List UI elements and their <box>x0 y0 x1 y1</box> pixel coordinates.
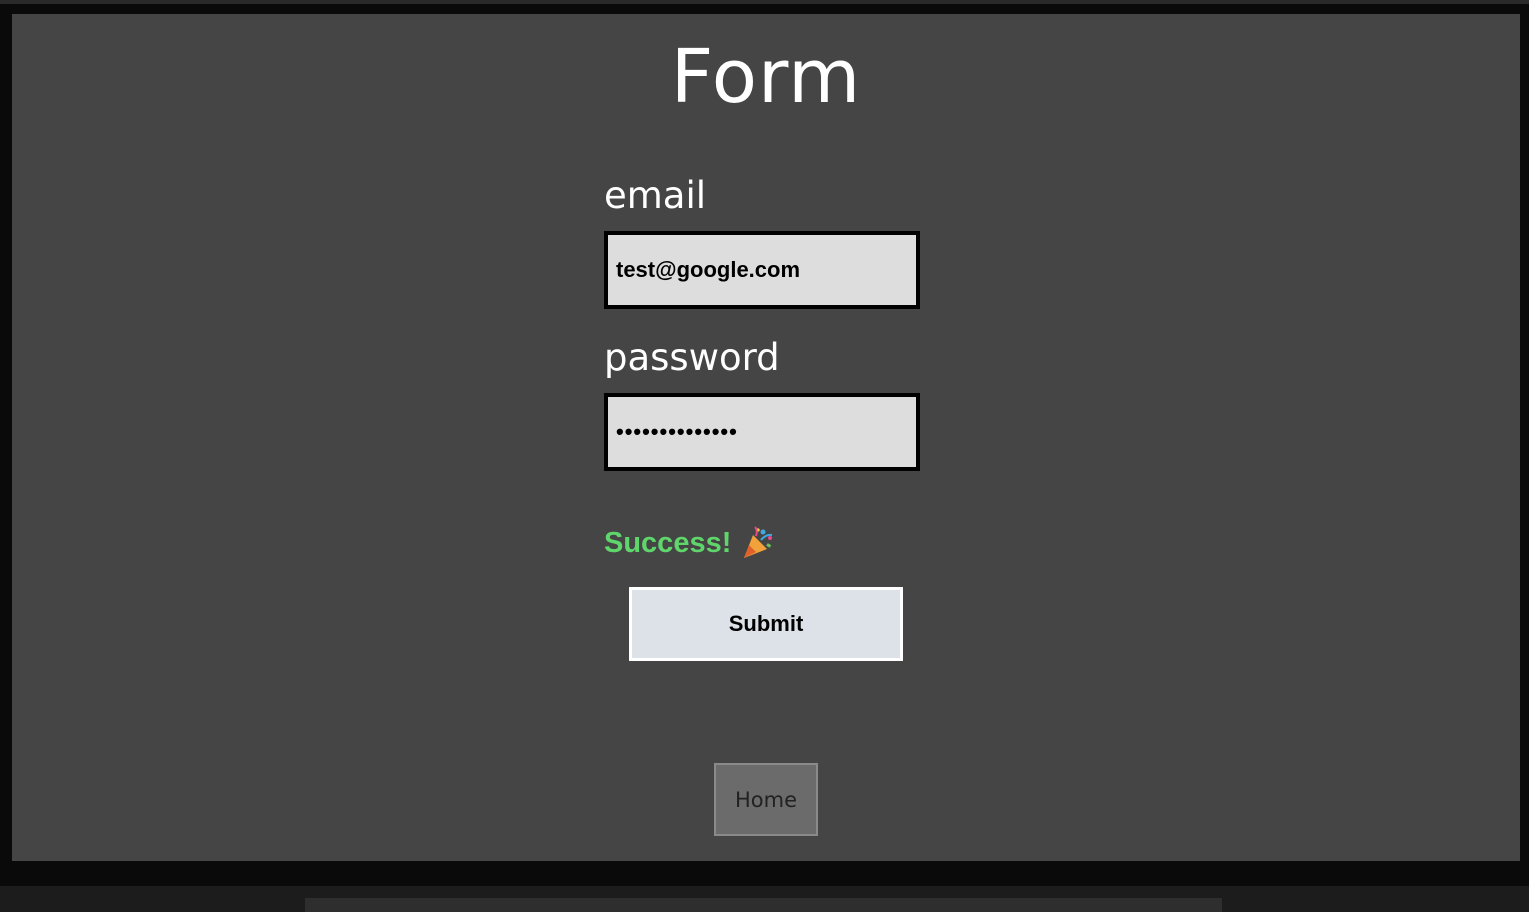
success-text: Success! <box>604 526 732 559</box>
party-popper-icon <box>741 526 775 560</box>
password-label: password <box>604 336 780 379</box>
email-input[interactable] <box>604 231 920 309</box>
home-button[interactable]: Home <box>714 763 818 836</box>
page-title: Form <box>670 34 862 120</box>
email-label: email <box>604 174 707 217</box>
submit-button[interactable]: Submit <box>629 587 903 661</box>
device-frame: Form email password Success! Submit <box>0 0 1529 912</box>
screen: Form email password Success! Submit <box>12 14 1520 861</box>
device-top-edge <box>0 0 1529 4</box>
device-bottom-bar-inner <box>305 898 1222 912</box>
password-input[interactable] <box>604 393 920 471</box>
success-message: Success! <box>604 526 775 560</box>
